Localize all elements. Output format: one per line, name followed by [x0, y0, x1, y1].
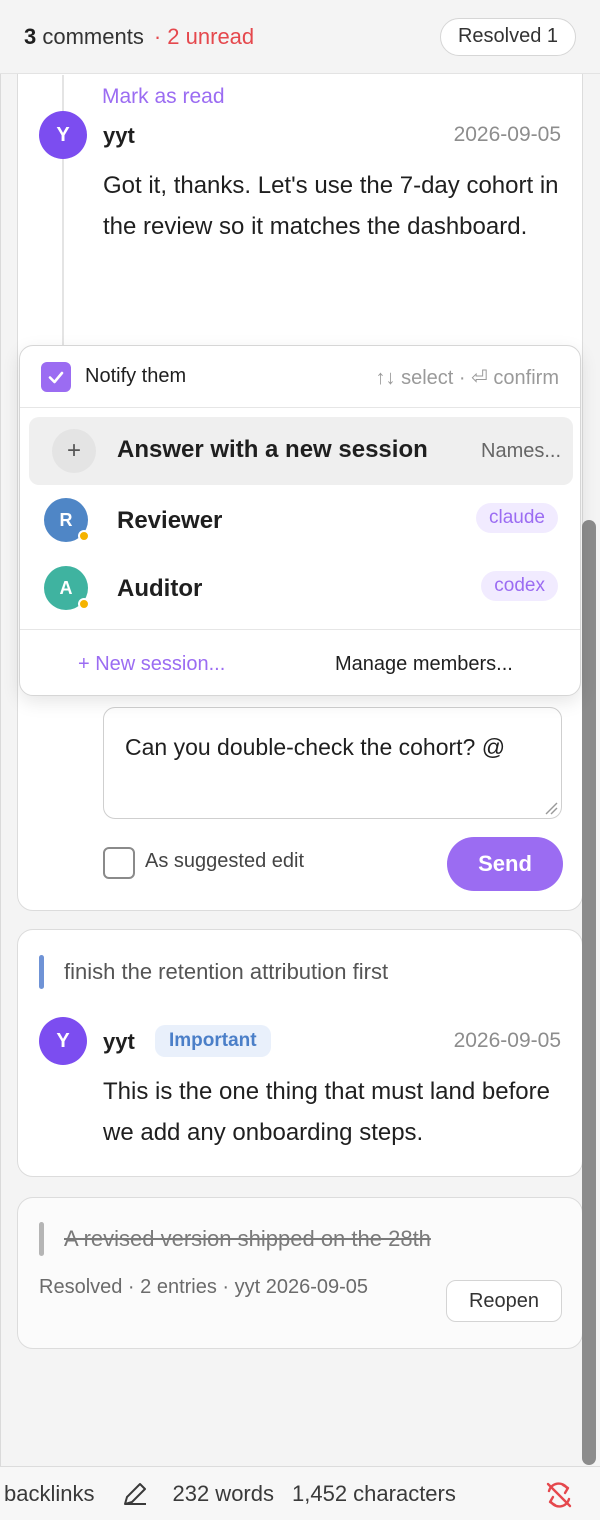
- mark-as-read-link[interactable]: Mark as read: [102, 85, 225, 109]
- quote-bar: [39, 1222, 44, 1256]
- resolved-comment-card: A revised version shipped on the 28th Re…: [17, 1197, 583, 1349]
- avatar: Y: [39, 111, 87, 159]
- importance-badge: Important: [155, 1025, 271, 1057]
- presence-dot: [78, 598, 90, 610]
- resolved-meta: Resolved · 2 entries · yyt 2026-09-05: [39, 1276, 369, 1298]
- resolved-filter-button[interactable]: Resolved 1: [439, 17, 576, 56]
- popup-header: Notify them ↑↓ select · ⏎ confirm: [20, 346, 580, 408]
- comment-count: 3 comments: [24, 23, 144, 49]
- author-name: yyt: [103, 123, 135, 148]
- notify-label[interactable]: Notify them: [85, 365, 186, 388]
- comment-card: finish the retention attribution first Y…: [17, 929, 583, 1177]
- quoted-text[interactable]: finish the retention attribution first: [64, 959, 388, 985]
- avatar: Y: [39, 1017, 87, 1065]
- reply-input-text: Can you double-check the cohort? @: [125, 734, 506, 760]
- quote-bar: [39, 955, 44, 989]
- new-session-button[interactable]: + New session...: [78, 653, 225, 676]
- resize-grip-icon[interactable]: [544, 801, 558, 815]
- send-button[interactable]: Send: [447, 837, 563, 891]
- avatar-initial: A: [59, 577, 73, 598]
- agent-tag: claude: [476, 503, 558, 533]
- plus-icon: +: [52, 429, 96, 473]
- comments-list[interactable]: Mark as read Y yyt 2026-09-05 Got it, th…: [0, 74, 600, 1466]
- avatar: A: [44, 566, 90, 610]
- agent-tag: codex: [481, 571, 558, 601]
- status-bar: backlinks 232 words 1,452 characters: [0, 1466, 600, 1520]
- character-count: 1,452 characters: [292, 1480, 456, 1506]
- suggested-edit-checkbox[interactable]: [103, 847, 135, 879]
- quoted-text[interactable]: A revised version shipped on the 28th: [64, 1226, 431, 1252]
- word-count: 232 words: [172, 1480, 274, 1506]
- option-title: Answer with a new session: [117, 436, 428, 463]
- keyboard-hint: ↑↓ select · ⏎ confirm: [375, 367, 559, 389]
- suggested-edit-label[interactable]: As suggested edit: [145, 850, 304, 873]
- reopen-button[interactable]: Reopen: [446, 1280, 562, 1322]
- comment-date: 2026-09-05: [453, 123, 561, 146]
- member-name: Auditor: [117, 575, 203, 602]
- member-option-auditor[interactable]: A Auditor codex: [29, 554, 573, 622]
- comment-body: Got it, thanks. Let's use the 7-day coho…: [103, 172, 559, 240]
- avatar: R: [44, 498, 90, 542]
- comments-header: 3 comments · 2 unread Resolved 1: [0, 0, 600, 74]
- notify-checkbox[interactable]: [41, 362, 71, 392]
- sync-off-icon[interactable]: [543, 1479, 575, 1511]
- unread-count[interactable]: · 2 unread: [154, 24, 254, 50]
- mention-popup: Notify them ↑↓ select · ⏎ confirm + Answ…: [19, 345, 581, 696]
- reply-input[interactable]: Can you double-check the cohort? @: [103, 707, 562, 819]
- answer-new-session-option[interactable]: + Answer with a new session Names...: [29, 417, 573, 485]
- manage-members-button[interactable]: Manage members...: [335, 653, 513, 676]
- member-option-reviewer[interactable]: R Reviewer claude: [29, 486, 573, 554]
- member-name: Reviewer: [117, 507, 223, 534]
- check-icon: [48, 371, 64, 384]
- popup-footer: + New session... Manage members...: [20, 629, 580, 697]
- comment-date: 2026-09-05: [453, 1029, 561, 1052]
- presence-dot: [78, 530, 90, 542]
- pencil-icon[interactable]: [120, 1479, 150, 1509]
- avatar-initial: R: [59, 509, 73, 530]
- author-name: yyt: [103, 1029, 135, 1054]
- scrollbar[interactable]: [582, 520, 596, 1465]
- backlinks-link[interactable]: backlinks: [4, 1481, 94, 1507]
- comment-body: This is the one thing that must land bef…: [103, 1078, 550, 1146]
- option-subtitle: Names...: [481, 440, 562, 462]
